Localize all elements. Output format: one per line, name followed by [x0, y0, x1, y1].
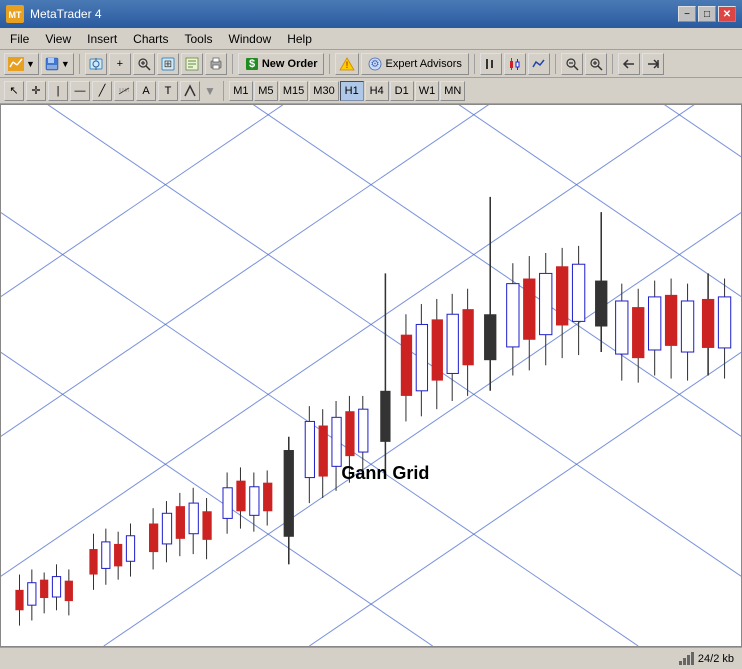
- zoom-in-chart[interactable]: [585, 53, 607, 75]
- menu-item-view[interactable]: View: [37, 30, 79, 48]
- app-icon: MT: [6, 5, 24, 23]
- period-btn-w1[interactable]: W1: [415, 81, 440, 101]
- toolbar-main: ▼ ▼ + ⊞: [0, 50, 742, 78]
- chart-type-line[interactable]: [528, 53, 550, 75]
- scroll-left[interactable]: [618, 53, 640, 75]
- separator: [79, 54, 80, 74]
- chart-type-bar[interactable]: [480, 53, 502, 75]
- menu-item-charts[interactable]: Charts: [125, 30, 176, 48]
- period-btn-m30[interactable]: M30: [309, 81, 338, 101]
- menu-item-tools[interactable]: Tools: [177, 30, 221, 48]
- period-btn-h1[interactable]: H1: [340, 81, 364, 101]
- maximize-button[interactable]: □: [698, 6, 716, 22]
- period-btn-mn[interactable]: MN: [440, 81, 465, 101]
- print-button[interactable]: [205, 53, 227, 75]
- period-btn-m5[interactable]: M5: [254, 81, 278, 101]
- title-bar-left: MT MetaTrader 4: [6, 5, 102, 23]
- crosshair-tool[interactable]: ✛: [26, 81, 46, 101]
- svg-text:$: $: [249, 58, 255, 70]
- minimize-button[interactable]: −: [678, 6, 696, 22]
- chart-area[interactable]: Gann Grid: [0, 104, 742, 647]
- menu-item-file[interactable]: File: [2, 30, 37, 48]
- title-bar: MT MetaTrader 4 − □ ✕: [0, 0, 742, 28]
- menu-item-insert[interactable]: Insert: [79, 30, 125, 48]
- window-title: MetaTrader 4: [30, 7, 102, 21]
- text-label-tool[interactable]: T: [158, 81, 178, 101]
- period-btn-m1[interactable]: M1: [229, 81, 253, 101]
- zoom-in-button[interactable]: [133, 53, 155, 75]
- text-tool[interactable]: A: [136, 81, 156, 101]
- shape-tool[interactable]: [180, 81, 200, 101]
- close-button[interactable]: ✕: [718, 6, 736, 22]
- scroll-end[interactable]: [642, 53, 664, 75]
- svg-text:MT: MT: [9, 10, 22, 20]
- period-buttons: M1M5M15M30H1H4D1W1MN: [229, 81, 465, 101]
- menu-item-help[interactable]: Help: [279, 30, 320, 48]
- toolbar-drawing: ↖ ✛ | — ╱ A T ▼ M1M5M15M30H1H4D1W1MN: [0, 78, 742, 104]
- period-btn-h4[interactable]: H4: [365, 81, 389, 101]
- menu-bar: FileViewInsertChartsToolsWindowHelp: [0, 28, 742, 50]
- period-btn-m15[interactable]: M15: [279, 81, 308, 101]
- save-button[interactable]: ▼: [41, 53, 74, 75]
- zoom-out-chart[interactable]: [561, 53, 583, 75]
- horizontal-line-tool[interactable]: —: [70, 81, 90, 101]
- candlestick-chart: [1, 105, 741, 646]
- separator-draw: [223, 81, 224, 101]
- separator3: [329, 54, 330, 74]
- fibo-tool[interactable]: [114, 81, 134, 101]
- separator2: [232, 54, 233, 74]
- signal-icon: [679, 652, 694, 665]
- svg-text:!: !: [346, 60, 349, 70]
- expert-advisors-button[interactable]: ⚙ Expert Advisors: [361, 53, 468, 75]
- trendline-tool[interactable]: ╱: [92, 81, 112, 101]
- navigator-button[interactable]: [85, 53, 107, 75]
- arrow-tool[interactable]: ↖: [4, 81, 24, 101]
- separator4: [474, 54, 475, 74]
- period-btn-d1[interactable]: D1: [390, 81, 414, 101]
- status-bar: 24/2 kb: [0, 647, 742, 669]
- main-area: Gann Grid: [0, 104, 742, 647]
- crosshair-button[interactable]: +: [109, 53, 131, 75]
- warning-icon: !: [335, 53, 359, 75]
- zoom-out-button[interactable]: ⊞: [157, 53, 179, 75]
- separator6: [612, 54, 613, 74]
- window-controls[interactable]: − □ ✕: [678, 6, 736, 22]
- vertical-line-tool[interactable]: |: [48, 81, 68, 101]
- menu-item-window[interactable]: Window: [221, 30, 280, 48]
- new-chart-button[interactable]: ▼: [4, 53, 39, 75]
- size-indicator: 24/2 kb: [679, 652, 734, 665]
- memory-size: 24/2 kb: [698, 653, 734, 665]
- separator5: [555, 54, 556, 74]
- svg-text:⊞: ⊞: [164, 59, 172, 70]
- template-button[interactable]: [181, 53, 203, 75]
- chart-type-candle[interactable]: [504, 53, 526, 75]
- svg-text:⚙: ⚙: [371, 59, 380, 70]
- new-order-button[interactable]: $ New Order: [238, 53, 325, 75]
